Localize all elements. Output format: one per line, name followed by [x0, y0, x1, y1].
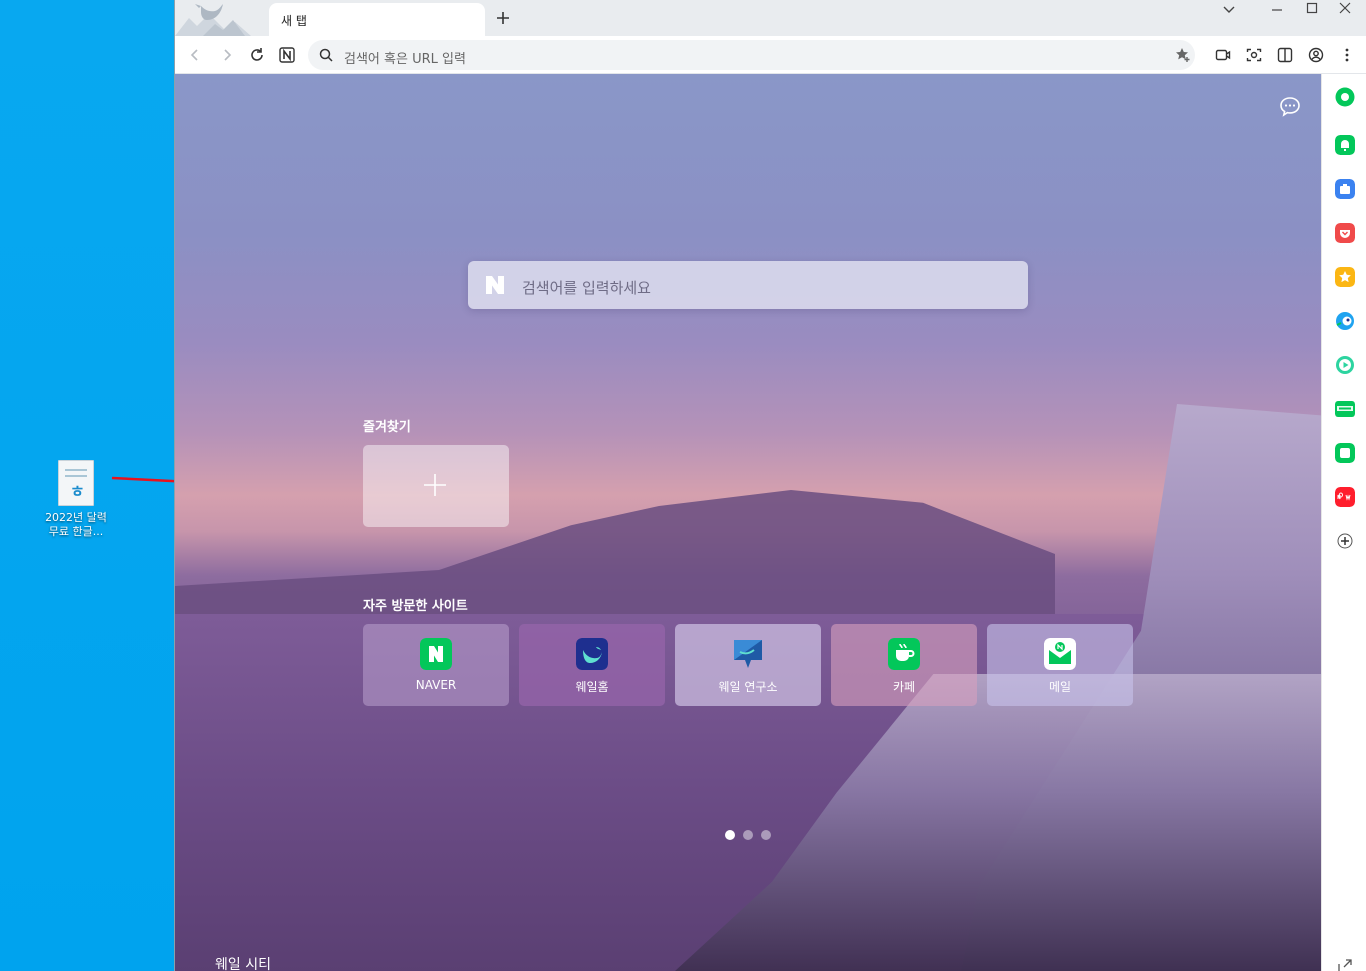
site-tile-cafe[interactable]: 카페 — [831, 624, 977, 706]
whale-city-label[interactable]: 웨일 시티 — [215, 954, 271, 971]
papago-translate-icon[interactable] — [1335, 311, 1355, 331]
screenshot-icon — [1246, 48, 1262, 62]
desktop-file-label-line2: 무료 한글... — [48, 525, 104, 538]
forward-arrow-icon — [224, 49, 232, 61]
favorites-title: 즐겨찾기 — [363, 420, 411, 435]
add-bookmark-star-icon[interactable] — [1175, 47, 1191, 63]
chevron-down-icon — [1223, 6, 1235, 13]
site-tile-mail[interactable]: 메일 — [987, 624, 1133, 706]
maximize-icon — [1306, 2, 1318, 14]
background-hill — [175, 490, 1055, 634]
site-tile-naver[interactable]: NAVER — [363, 624, 509, 706]
notification-bell-icon[interactable] — [1335, 135, 1355, 155]
site-tile-whale-lab[interactable]: 웨일 연구소 — [675, 624, 821, 706]
video-capture-icon — [1215, 49, 1231, 61]
external-link-icon[interactable] — [1335, 956, 1355, 971]
naver-n-icon — [486, 276, 504, 294]
play-music-icon[interactable] — [1335, 355, 1355, 375]
forward-button[interactable] — [215, 43, 239, 67]
back-button[interactable] — [183, 43, 207, 67]
tab-title: 새 탭 — [281, 14, 307, 28]
naver-home-button[interactable] — [275, 43, 299, 67]
plus-icon — [424, 474, 446, 496]
new-tab-button[interactable] — [493, 8, 513, 28]
sidebar-add-icon[interactable] — [1335, 531, 1355, 551]
cafe-cup-icon — [888, 638, 920, 670]
mail-envelope-icon — [1044, 638, 1076, 670]
sidebar — [1321, 74, 1366, 971]
desktop-file-label-line1: 2022년 달력 — [45, 511, 107, 524]
naver-green-dot-icon[interactable] — [1335, 87, 1355, 107]
search-placeholder: 검색어를 입력하세요 — [522, 279, 651, 297]
desktop-file-icon[interactable]: ㅎ 2022년 달력 무료 한글... — [34, 460, 118, 539]
page-dot[interactable] — [761, 830, 771, 840]
capture-video-button[interactable] — [1211, 43, 1235, 67]
split-view-button[interactable] — [1273, 43, 1297, 67]
star-icon[interactable] — [1335, 267, 1355, 287]
maximize-button[interactable] — [1302, 2, 1322, 22]
site-tile-whale-home[interactable]: 웨일홈 — [519, 624, 665, 706]
naver-n-icon — [279, 47, 295, 63]
desktop-file-label: 2022년 달력 무료 한글... — [34, 511, 118, 539]
site-label: 웨일 연구소 — [718, 680, 778, 694]
whale-lab-icon — [734, 640, 762, 668]
tab-new-tab[interactable]: 새 탭 — [269, 3, 485, 36]
pocket-save-icon[interactable] — [1335, 223, 1355, 243]
screen-capture-button[interactable] — [1242, 43, 1266, 67]
whale-logo-icon — [576, 638, 608, 670]
webtoon-icon[interactable] — [1335, 399, 1355, 419]
whale-logo-icon[interactable] — [175, 0, 267, 36]
profile-icon — [1308, 47, 1324, 63]
minimize-icon — [1272, 9, 1282, 11]
naver-search-box[interactable]: 검색어를 입력하세요 — [468, 261, 1028, 309]
address-placeholder: 검색어 혹은 URL 입력 — [344, 52, 466, 67]
minimize-button[interactable] — [1267, 2, 1287, 22]
search-icon — [319, 48, 333, 62]
chat-bubble-icon[interactable] — [1279, 96, 1301, 118]
reload-button[interactable] — [245, 43, 269, 67]
frequent-sites-title: 자주 방문한 사이트 — [363, 599, 468, 614]
close-icon — [1339, 2, 1351, 14]
page-indicator — [725, 830, 775, 842]
plus-icon — [497, 12, 509, 24]
title-bar: 새 탭 — [175, 0, 1366, 36]
more-vertical-icon — [1345, 48, 1349, 62]
naver-logo-icon — [420, 638, 452, 670]
reload-icon — [251, 48, 263, 61]
add-favorite-button[interactable] — [363, 445, 509, 527]
split-view-icon — [1277, 47, 1293, 63]
site-label: 웨일홈 — [575, 680, 609, 694]
toolbar: 검색어 혹은 URL 입력 — [175, 36, 1366, 74]
hwp-document-icon: ㅎ — [58, 460, 94, 506]
tab-list-button[interactable] — [1219, 2, 1239, 22]
close-button[interactable] — [1335, 2, 1355, 22]
site-label: 카페 — [892, 680, 916, 694]
page-dot[interactable] — [743, 830, 753, 840]
memo-green-icon[interactable] — [1335, 443, 1355, 463]
address-bar[interactable]: 검색어 혹은 URL 입력 — [308, 40, 1195, 70]
briefcase-icon[interactable] — [1335, 179, 1355, 199]
site-label: NAVER — [415, 678, 457, 692]
page-dot-active[interactable] — [725, 830, 735, 840]
site-label: 메일 — [1048, 680, 1072, 694]
browser-window: 새 탭 검색어 혹은 URL 입력 검색어를 입력하세요 즐겨찾기 자주 방문한… — [174, 0, 1366, 971]
back-arrow-icon — [190, 49, 198, 61]
new-tab-page: 검색어를 입력하세요 즐겨찾기 자주 방문한 사이트 NAVER 웨일홈 웨일 … — [175, 74, 1321, 971]
naver-now-icon[interactable] — [1335, 487, 1355, 507]
menu-button[interactable] — [1335, 43, 1359, 67]
profile-button[interactable] — [1304, 43, 1328, 67]
